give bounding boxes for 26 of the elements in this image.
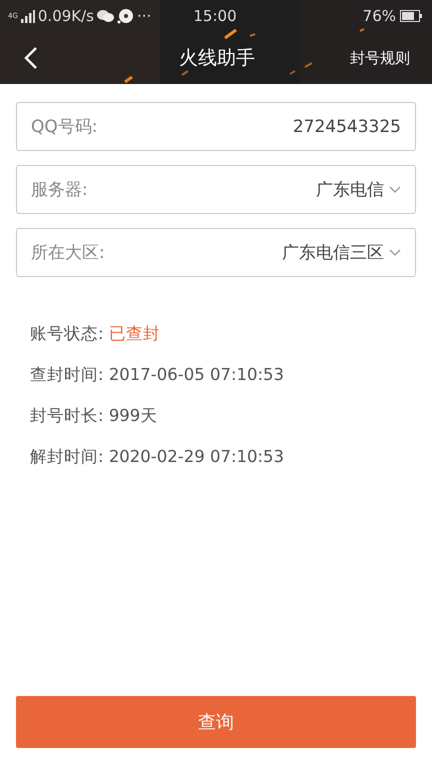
signal-icon bbox=[20, 10, 35, 22]
battery-level: 76% bbox=[362, 7, 396, 25]
chevron-down-icon bbox=[389, 248, 401, 256]
info-line: 查封时间: 2017-06-05 07:10:53 bbox=[30, 364, 286, 386]
page-title: 火线助手 bbox=[178, 46, 256, 71]
back-button[interactable] bbox=[24, 46, 38, 70]
info-line: 账号状态: 已查封 bbox=[30, 323, 161, 345]
field-value: 2724543325 bbox=[292, 116, 401, 136]
field-value: 广东电信三区 bbox=[282, 242, 384, 264]
info-line: 解封时间: 2020-02-29 07:10:53 bbox=[30, 446, 286, 468]
field-label: 服务器: bbox=[31, 179, 89, 201]
more-notifications: ··· bbox=[137, 7, 152, 25]
select-field[interactable]: 所在大区: 广东电信三区 bbox=[16, 228, 416, 277]
input-field[interactable]: QQ号码: 2724543325 bbox=[16, 102, 416, 151]
field-label: 所在大区: bbox=[31, 242, 106, 264]
select-field[interactable]: 服务器: 广东电信 bbox=[16, 165, 416, 214]
chevron-down-icon bbox=[389, 186, 401, 194]
rules-link[interactable]: 封号规则 bbox=[350, 48, 410, 68]
notification-icon bbox=[117, 8, 134, 24]
field-label: QQ号码: bbox=[31, 116, 98, 138]
field-value: 广东电信 bbox=[316, 179, 384, 201]
network-speed: 0.09K/s bbox=[38, 7, 94, 25]
battery-icon bbox=[400, 10, 422, 22]
chat-icon bbox=[97, 9, 114, 23]
clock: 15:00 bbox=[193, 7, 237, 25]
info-line: 封号时长: 999天 bbox=[30, 405, 158, 427]
